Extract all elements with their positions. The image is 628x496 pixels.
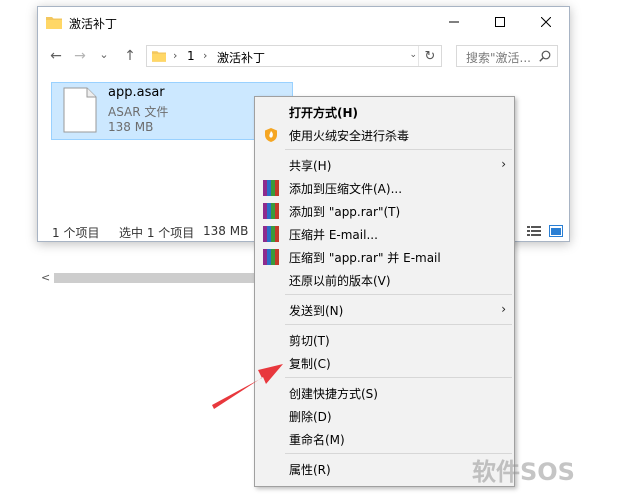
menu-item-label: 添加到 "app.rar"(T) bbox=[289, 205, 401, 219]
menu-item-label: 剪切(T) bbox=[289, 334, 330, 348]
folder-icon bbox=[152, 51, 166, 62]
menu-item-label: 使用火绒安全进行杀毒 bbox=[289, 129, 410, 143]
menu-item-label: 属性(R) bbox=[289, 463, 331, 477]
selected-count: 选中 1 个项目 bbox=[119, 226, 195, 240]
menu-item-huorong-scan[interactable]: 使用火绒安全进行杀毒 bbox=[255, 124, 514, 146]
maximize-icon bbox=[495, 17, 505, 27]
breadcrumb-separator[interactable]: › bbox=[203, 49, 207, 62]
selected-size: 138 MB bbox=[203, 224, 249, 238]
back-button[interactable]: ← bbox=[48, 48, 64, 64]
menu-item-label: 重命名(M) bbox=[289, 433, 345, 447]
menu-item-send-to[interactable]: 发送到(N) › bbox=[255, 299, 514, 321]
title-bar[interactable]: 激活补丁 bbox=[38, 7, 569, 39]
menu-item-label: 还原以前的版本(V) bbox=[289, 274, 391, 288]
menu-item-label: 复制(C) bbox=[289, 357, 331, 371]
winrar-icon bbox=[263, 249, 279, 265]
menu-separator bbox=[285, 294, 512, 295]
breadcrumb-item-1[interactable]: 1 bbox=[187, 49, 195, 63]
menu-item-cut[interactable]: 剪切(T) bbox=[255, 329, 514, 351]
menu-item-compress-to-app-rar-email[interactable]: 压缩到 "app.rar" 并 E-mail bbox=[255, 246, 514, 268]
menu-item-label: 创建快捷方式(S) bbox=[289, 387, 378, 401]
chevron-right-icon: › bbox=[501, 302, 506, 316]
menu-item-add-to-archive[interactable]: 添加到压缩文件(A)... bbox=[255, 177, 514, 199]
item-count: 1 个项目 bbox=[52, 226, 100, 240]
large-icons-view-icon[interactable] bbox=[549, 225, 563, 237]
forward-button[interactable]: → bbox=[72, 48, 88, 64]
menu-item-label: 删除(D) bbox=[289, 410, 332, 424]
address-bar[interactable]: › 1 › 激活补丁 ⌄ ↻ bbox=[146, 45, 442, 67]
menu-item-label: 压缩到 "app.rar" 并 E-mail bbox=[289, 251, 441, 265]
menu-separator bbox=[285, 324, 512, 325]
window-title: 激活补丁 bbox=[69, 17, 118, 31]
winrar-icon bbox=[263, 203, 279, 219]
menu-item-label: 压缩并 E-mail... bbox=[289, 228, 378, 242]
menu-item-label: 共享(H) bbox=[289, 159, 332, 173]
winrar-icon bbox=[263, 226, 279, 242]
search-icon bbox=[539, 50, 551, 62]
breadcrumb-separator[interactable]: › bbox=[173, 49, 177, 62]
recent-locations-button[interactable]: ⌄ bbox=[96, 46, 112, 62]
menu-item-compress-email[interactable]: 压缩并 E-mail... bbox=[255, 223, 514, 245]
menu-item-add-to-app-rar[interactable]: 添加到 "app.rar"(T) bbox=[255, 200, 514, 222]
chevron-right-icon: › bbox=[501, 157, 506, 171]
chevron-down-icon[interactable]: ⌄ bbox=[409, 50, 417, 60]
file-size: 138 MB bbox=[108, 120, 154, 134]
minimize-icon bbox=[449, 21, 459, 23]
search-placeholder: 搜索"激活... bbox=[466, 51, 531, 65]
refresh-button[interactable]: ↻ bbox=[418, 46, 441, 66]
scrollbar-thumb[interactable] bbox=[54, 273, 258, 283]
refresh-icon: ↻ bbox=[424, 48, 436, 64]
close-icon bbox=[541, 17, 551, 27]
document-icon bbox=[63, 87, 97, 133]
breadcrumb-item-current[interactable]: 激活补丁 bbox=[217, 49, 265, 66]
up-button[interactable]: ↑ bbox=[122, 48, 138, 64]
menu-item-share[interactable]: 共享(H) › bbox=[255, 154, 514, 176]
menu-item-label: 打开方式(H) bbox=[289, 106, 359, 120]
file-name: app.asar bbox=[108, 85, 165, 100]
menu-item-create-shortcut[interactable]: 创建快捷方式(S) bbox=[255, 382, 514, 404]
maximize-button[interactable] bbox=[477, 7, 523, 37]
menu-separator bbox=[285, 377, 512, 378]
menu-separator bbox=[285, 149, 512, 150]
minimize-button[interactable] bbox=[431, 7, 477, 37]
file-type: ASAR 文件 bbox=[108, 105, 169, 119]
winrar-icon bbox=[263, 180, 279, 196]
menu-item-delete[interactable]: 删除(D) bbox=[255, 405, 514, 427]
huorong-shield-icon bbox=[265, 128, 277, 142]
scroll-left-icon[interactable]: < bbox=[41, 271, 50, 284]
menu-item-restore-previous[interactable]: 还原以前的版本(V) bbox=[255, 269, 514, 291]
menu-item-label: 发送到(N) bbox=[289, 304, 344, 318]
folder-icon bbox=[46, 17, 62, 29]
search-input[interactable]: 搜索"激活... bbox=[456, 45, 558, 67]
menu-item-label: 添加到压缩文件(A)... bbox=[289, 182, 403, 196]
menu-item-open-with[interactable]: 打开方式(H) bbox=[255, 101, 514, 123]
watermark: 软件SOS bbox=[472, 458, 575, 486]
navigation-bar: ← → ⌄ ↑ › 1 › 激活补丁 ⌄ ↻ 搜索"激活... bbox=[38, 39, 569, 73]
menu-item-rename[interactable]: 重命名(M) bbox=[255, 428, 514, 450]
menu-item-copy[interactable]: 复制(C) bbox=[255, 352, 514, 374]
horizontal-scrollbar[interactable]: < bbox=[38, 271, 258, 285]
close-button[interactable] bbox=[523, 7, 569, 37]
details-view-icon[interactable] bbox=[527, 225, 541, 237]
context-menu: 打开方式(H) 使用火绒安全进行杀毒 共享(H) › 添加到压缩文件(A)...… bbox=[254, 96, 515, 487]
